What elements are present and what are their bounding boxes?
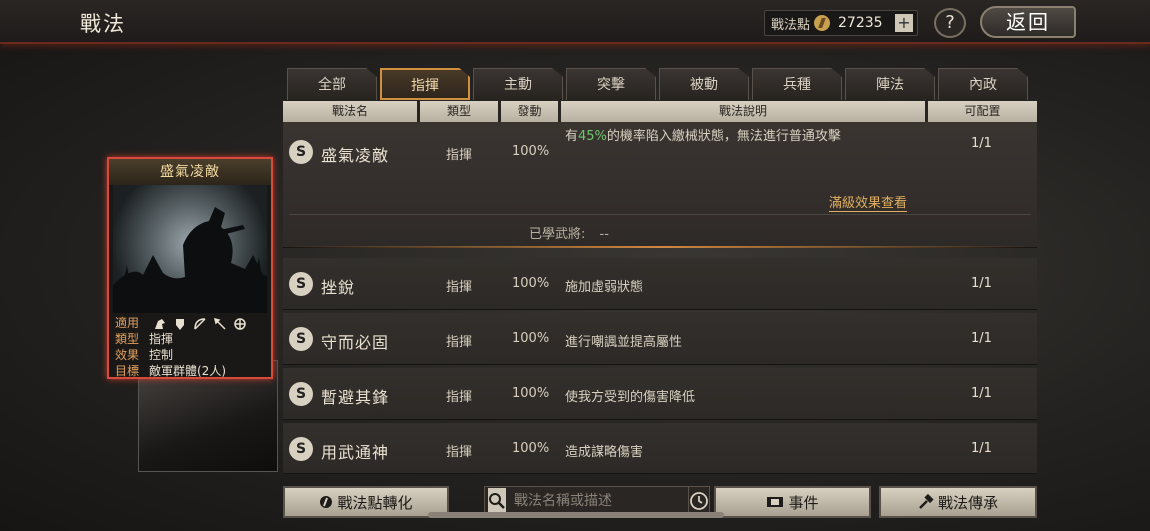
- table-header: 戰法名 類型 發動 戰法說明 可配置: [283, 101, 1037, 122]
- coin-icon: [814, 15, 831, 31]
- skill-description: 使我方受到的傷害降低: [565, 390, 696, 405]
- cavalry-icon: [154, 318, 165, 329]
- column-header-rate[interactable]: 發動: [501, 101, 558, 122]
- skill-rate: 100%: [512, 441, 550, 456]
- skill-rate: 100%: [512, 276, 550, 291]
- skill-slots: 1/1: [971, 331, 992, 346]
- table-row[interactable]: S 用武通神 指揮 100% 造成謀略傷害 1/1: [283, 423, 1037, 474]
- tactic-points-display: 戰法點 27235 +: [764, 10, 918, 36]
- table-row-expanded[interactable]: S 盛氣凌敵 指揮 100% 有45%的機率陷入繳械狀態，無法進行普通攻擊 1/…: [283, 122, 1037, 248]
- grade-badge: S: [289, 437, 313, 461]
- skill-description: 造成謀略傷害: [565, 445, 644, 460]
- table-row[interactable]: S 守而必固 指揮 100% 進行嘲諷並提高屬性 1/1: [283, 313, 1037, 365]
- tab-internal[interactable]: 內政: [938, 68, 1028, 100]
- inherit-tactic-label: 戰法傳承: [937, 493, 998, 512]
- add-points-button[interactable]: +: [895, 14, 913, 32]
- tab-active[interactable]: 主動: [473, 68, 563, 100]
- warrior-silhouette-icon: [113, 207, 267, 313]
- help-button[interactable]: ?: [934, 8, 966, 38]
- skill-name: 挫銳: [321, 278, 356, 297]
- grade-badge: S: [289, 140, 313, 164]
- learned-label: 已學武將:: [529, 227, 586, 242]
- column-header-slots[interactable]: 可配置: [928, 101, 1037, 122]
- skill-type: 指揮: [446, 445, 473, 460]
- page-title: 戰法: [80, 12, 126, 36]
- target-value: 敵軍群體(2人): [149, 364, 226, 378]
- skill-name: 守而必固: [321, 333, 390, 352]
- horizontal-scrollbar[interactable]: [428, 512, 724, 518]
- type-value: 指揮: [149, 332, 174, 346]
- scroll-icon: [767, 497, 784, 507]
- history-clock-icon[interactable]: [688, 487, 709, 515]
- card-artwork: [113, 185, 267, 313]
- skill-slots: 1/1: [971, 276, 992, 291]
- skill-type: 指揮: [446, 335, 473, 350]
- top-bar: 戰法 戰法點 27235 + ? 返回: [0, 0, 1150, 44]
- skill-slots: 1/1: [971, 386, 992, 401]
- column-header-name[interactable]: 戰法名: [283, 101, 417, 122]
- full-effect-link[interactable]: 滿級效果查看: [829, 192, 908, 212]
- siege-icon: [234, 317, 246, 330]
- skill-name: 用武通神: [321, 443, 390, 462]
- convert-points-button[interactable]: 戰法點轉化: [283, 486, 449, 518]
- card-info: 適用 類型 指揮 效果 控制 目標 敵軍群體(2人): [115, 315, 267, 379]
- points-label: 戰法點: [771, 17, 811, 33]
- back-button[interactable]: 返回: [980, 6, 1076, 38]
- shield-icon: [175, 318, 184, 330]
- type-label: 類型: [115, 332, 140, 346]
- points-value: 27235: [838, 15, 883, 31]
- events-label: 事件: [788, 493, 819, 512]
- tactic-card[interactable]: 盛氣凌敵 適用 類型 指揮 效果 控制 目標 敵軍群體(2人): [107, 157, 273, 379]
- learned-value: --: [599, 227, 609, 242]
- column-header-type[interactable]: 類型: [420, 101, 498, 122]
- tab-command[interactable]: 指揮: [380, 68, 470, 100]
- learned-generals: 已學武將: --: [529, 223, 609, 242]
- convert-points-label: 戰法點轉化: [337, 493, 413, 512]
- search-input[interactable]: [506, 487, 688, 515]
- skill-slots: 1/1: [971, 136, 992, 151]
- search-icon[interactable]: [488, 488, 506, 514]
- spear-icon: [213, 317, 226, 330]
- applies-label: 適用: [115, 316, 140, 330]
- desc-prefix: 有: [565, 129, 579, 144]
- skill-description: 施加虛弱狀態: [565, 280, 644, 295]
- tab-assault[interactable]: 突擊: [566, 68, 656, 100]
- skill-rate: 100%: [512, 331, 550, 346]
- hammer-icon: [919, 494, 934, 509]
- table-row[interactable]: S 挫銳 指揮 100% 施加虛弱狀態 1/1: [283, 258, 1037, 310]
- skill-rate: 100%: [512, 144, 550, 159]
- desc-highlight: 45%: [578, 129, 607, 144]
- tab-all[interactable]: 全部: [287, 68, 377, 100]
- grade-badge: S: [289, 382, 313, 406]
- skill-description: 有45%的機率陷入繳械狀態，無法進行普通攻擊: [565, 125, 841, 144]
- events-button[interactable]: 事件: [714, 486, 871, 518]
- skill-name: 盛氣凌敵: [321, 146, 390, 165]
- effect-label: 效果: [115, 348, 140, 362]
- tab-troop[interactable]: 兵種: [752, 68, 842, 100]
- inherit-tactic-button[interactable]: 戰法傳承: [879, 486, 1037, 518]
- tab-formation[interactable]: 陣法: [845, 68, 935, 100]
- tactic-list: S 盛氣凌敵 指揮 100% 有45%的機率陷入繳械狀態，無法進行普通攻擊 1/…: [283, 122, 1037, 474]
- category-tabs: 全部 指揮 主動 突擊 被動 兵種 陣法 內政: [287, 68, 1031, 100]
- skill-name: 暫避其鋒: [321, 388, 390, 407]
- target-label: 目標: [115, 364, 140, 378]
- column-header-description: 戰法說明: [561, 101, 925, 122]
- tab-passive[interactable]: 被動: [659, 68, 749, 100]
- coin-icon: [320, 496, 333, 508]
- grade-badge: S: [289, 327, 313, 351]
- skill-type: 指揮: [446, 280, 473, 295]
- card-title: 盛氣凌敵: [109, 159, 271, 185]
- grade-badge: S: [289, 272, 313, 296]
- table-row[interactable]: S 暫避其鋒 指揮 100% 使我方受到的傷害降低 1/1: [283, 368, 1037, 420]
- skill-slots: 1/1: [971, 441, 992, 456]
- skill-rate: 100%: [512, 386, 550, 401]
- desc-suffix: 的機率陷入繳械狀態，無法進行普通攻擊: [606, 129, 841, 144]
- bow-icon: [194, 317, 206, 330]
- skill-type: 指揮: [446, 390, 473, 405]
- unit-icons: [153, 317, 247, 331]
- skill-type: 指揮: [446, 148, 473, 163]
- row-divider: [289, 214, 1031, 215]
- effect-value: 控制: [149, 348, 174, 362]
- skill-description: 進行嘲諷並提高屬性: [565, 335, 683, 350]
